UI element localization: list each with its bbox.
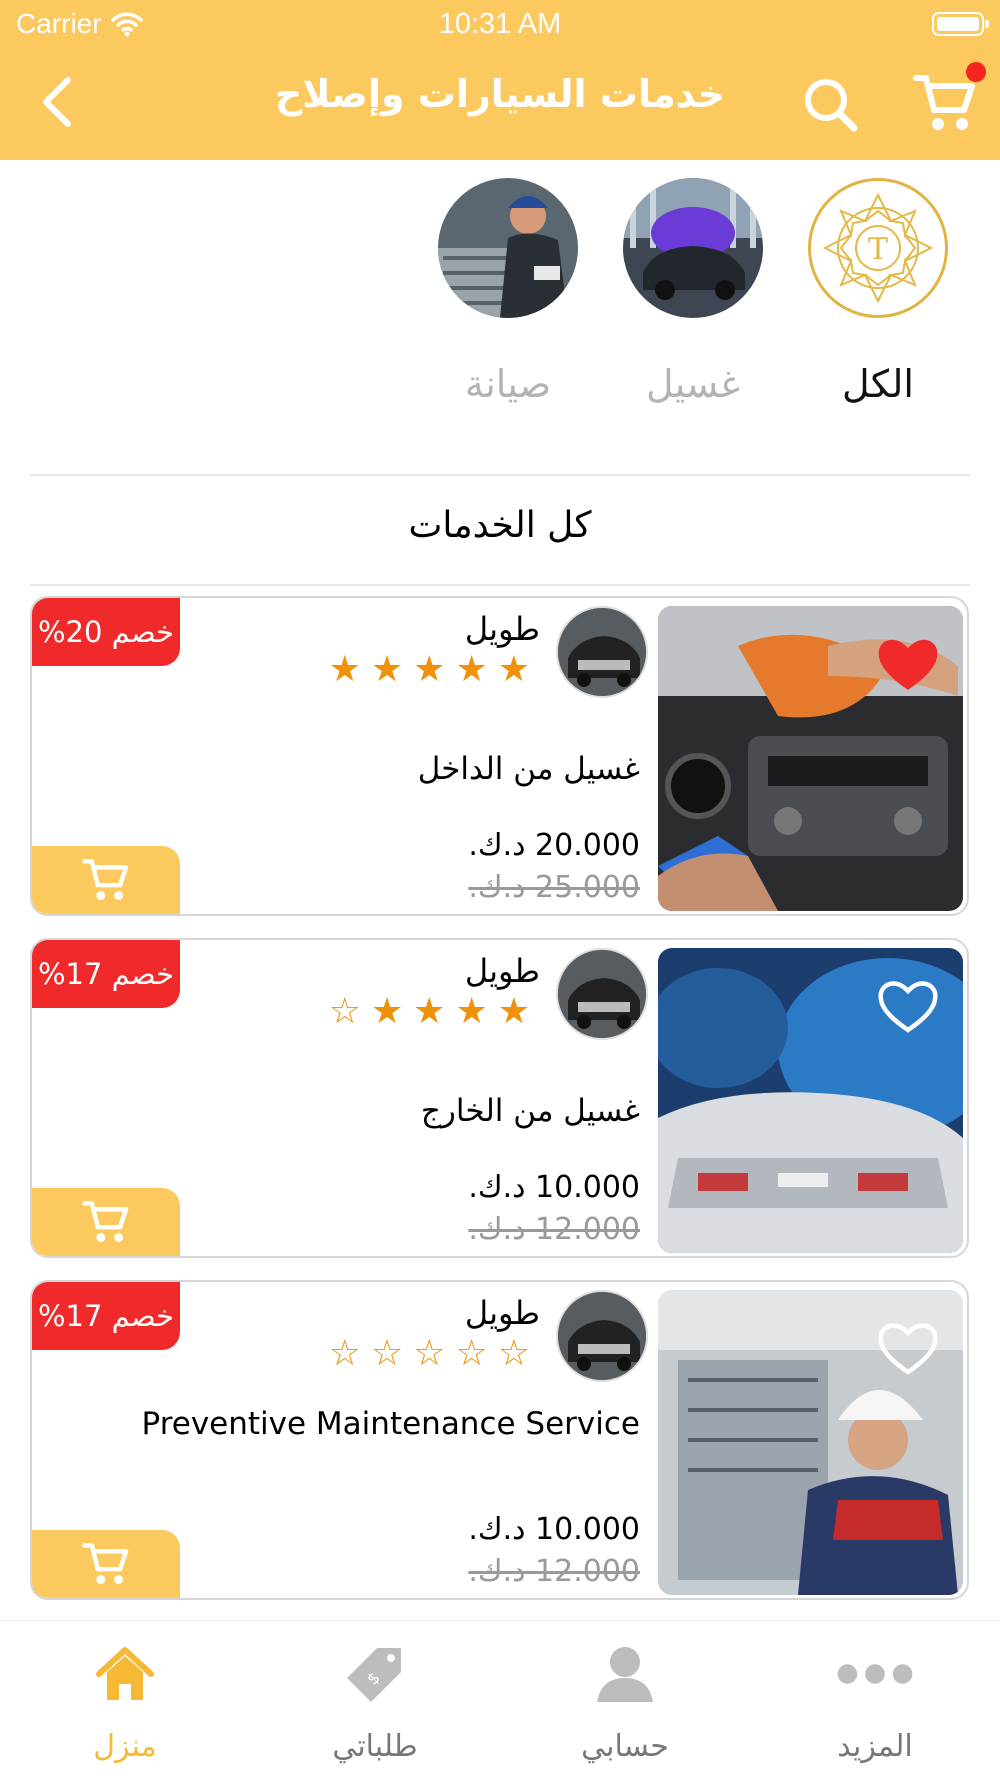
tab-label: حسابي (581, 1729, 669, 1764)
tab-label: منزل (93, 1729, 157, 1764)
add-to-cart-button[interactable] (32, 1188, 180, 1256)
old-price: 25.000 د.ك. (468, 870, 640, 905)
page-title: خدمات السيارات وإصلاح (274, 72, 726, 116)
bottom-tab-bar: منزل $ طلباتي حسابي المزيد (0, 1620, 1000, 1779)
app-header: Carrier 10:31 AM خدمات السيارات وإصلاح (0, 0, 1000, 160)
add-to-cart-button[interactable] (32, 846, 180, 914)
cart-icon (82, 1201, 129, 1243)
status-time: 10:31 AM (438, 8, 562, 40)
car-wash-photo (623, 178, 763, 318)
product-image (658, 606, 963, 911)
cart-badge-dot (966, 62, 986, 82)
star-icon: ★ (370, 991, 414, 1032)
category-maintenance-image[interactable] (438, 178, 578, 318)
star-icon: ★ (413, 991, 456, 1032)
star-outline-icon: ☆ (328, 1333, 371, 1374)
search-icon (805, 79, 858, 132)
star-icon: ★ (497, 991, 540, 1032)
tab-maintenance[interactable]: صيانة (418, 362, 598, 406)
product-image (658, 948, 963, 1253)
chevron-left-icon (43, 77, 71, 127)
cart-icon (913, 75, 975, 130)
tab-label: المزيد (837, 1729, 913, 1764)
rating-stars: ★★★★★ (329, 652, 540, 688)
brand-logo: T (822, 192, 934, 304)
product-card[interactable]: طويل ☆☆☆☆☆ Preventive Maintenance Servic… (30, 1280, 969, 1600)
search-button[interactable] (800, 74, 860, 134)
rating-stars: ★★★★☆ (329, 994, 540, 1030)
star-outline-icon: ☆ (328, 991, 371, 1032)
vendor-avatar (556, 948, 648, 1040)
service-name: غسيل من الخارج (420, 1093, 640, 1129)
vendor-photo (558, 608, 646, 696)
vendor-photo (558, 1292, 646, 1380)
add-to-cart-button[interactable] (32, 1530, 180, 1598)
tab-home[interactable]: منزل (0, 1621, 250, 1779)
heart-outline-icon[interactable] (875, 976, 941, 1036)
home-icon (85, 1639, 165, 1709)
divider (30, 584, 970, 586)
more-icon (835, 1639, 915, 1709)
service-name: غسيل من الداخل (417, 751, 640, 787)
product-card[interactable]: طويل ★★★★★ غسيل من الداخل 20.000 د.ك. 25… (30, 596, 969, 916)
vendor-avatar (556, 1290, 648, 1382)
service-name: Preventive Maintenance Service (141, 1406, 640, 1442)
vendor-photo (558, 950, 646, 1038)
divider (30, 474, 970, 476)
category-all-image[interactable]: T (808, 178, 948, 318)
star-icon: ★ (413, 649, 456, 690)
discount-badge: خصم 17% (32, 1282, 180, 1350)
star-icon: ★ (497, 649, 540, 690)
product-card[interactable]: طويل ★★★★☆ غسيل من الخارج 10.000 د.ك. 12… (30, 938, 969, 1258)
tab-account[interactable]: حسابي (500, 1621, 750, 1779)
section-title: كل الخدمات (408, 505, 592, 546)
tab-label: طلباتي (332, 1729, 418, 1764)
mechanic-photo (438, 178, 578, 318)
star-icon: ★ (370, 649, 414, 690)
star-outline-icon: ☆ (455, 1333, 498, 1374)
cart-button[interactable] (912, 72, 978, 134)
tab-all[interactable]: الكل (788, 362, 968, 406)
cart-icon (82, 859, 129, 901)
star-outline-icon: ☆ (413, 1333, 456, 1374)
tab-more[interactable]: المزيد (750, 1621, 1000, 1779)
discount-badge: خصم 20% (32, 598, 180, 666)
category-wash-image[interactable] (623, 178, 763, 318)
cart-icon (82, 1543, 129, 1585)
rating-stars: ☆☆☆☆☆ (329, 1336, 540, 1372)
price-tag-icon: $ (335, 1639, 415, 1709)
old-price: 12.000 د.ك. (468, 1212, 640, 1247)
vendor-name: طويل (464, 610, 540, 648)
star-icon: ★ (328, 649, 371, 690)
vendor-avatar (556, 606, 648, 698)
tab-my-orders[interactable]: $ طلباتي (250, 1621, 500, 1779)
battery-icon (932, 12, 989, 36)
heart-outline-icon[interactable] (875, 1318, 941, 1378)
star-outline-icon: ☆ (370, 1333, 414, 1374)
discount-badge: خصم 17% (32, 940, 180, 1008)
heart-filled-icon[interactable] (875, 634, 941, 694)
star-icon: ★ (455, 649, 498, 690)
user-icon (585, 1639, 665, 1709)
old-price: 12.000 د.ك. (468, 1554, 640, 1589)
vendor-name: طويل (464, 952, 540, 990)
product-image (658, 1290, 963, 1595)
star-icon: ★ (455, 991, 498, 1032)
back-button[interactable] (28, 70, 88, 134)
price: 20.000 د.ك. (468, 828, 640, 863)
price: 10.000 د.ك. (468, 1170, 640, 1205)
svg-text:T: T (868, 232, 888, 267)
price: 10.000 د.ك. (468, 1512, 640, 1547)
vendor-name: طويل (464, 1294, 540, 1332)
star-outline-icon: ☆ (497, 1333, 540, 1374)
tab-wash[interactable]: غسيل (603, 362, 783, 406)
